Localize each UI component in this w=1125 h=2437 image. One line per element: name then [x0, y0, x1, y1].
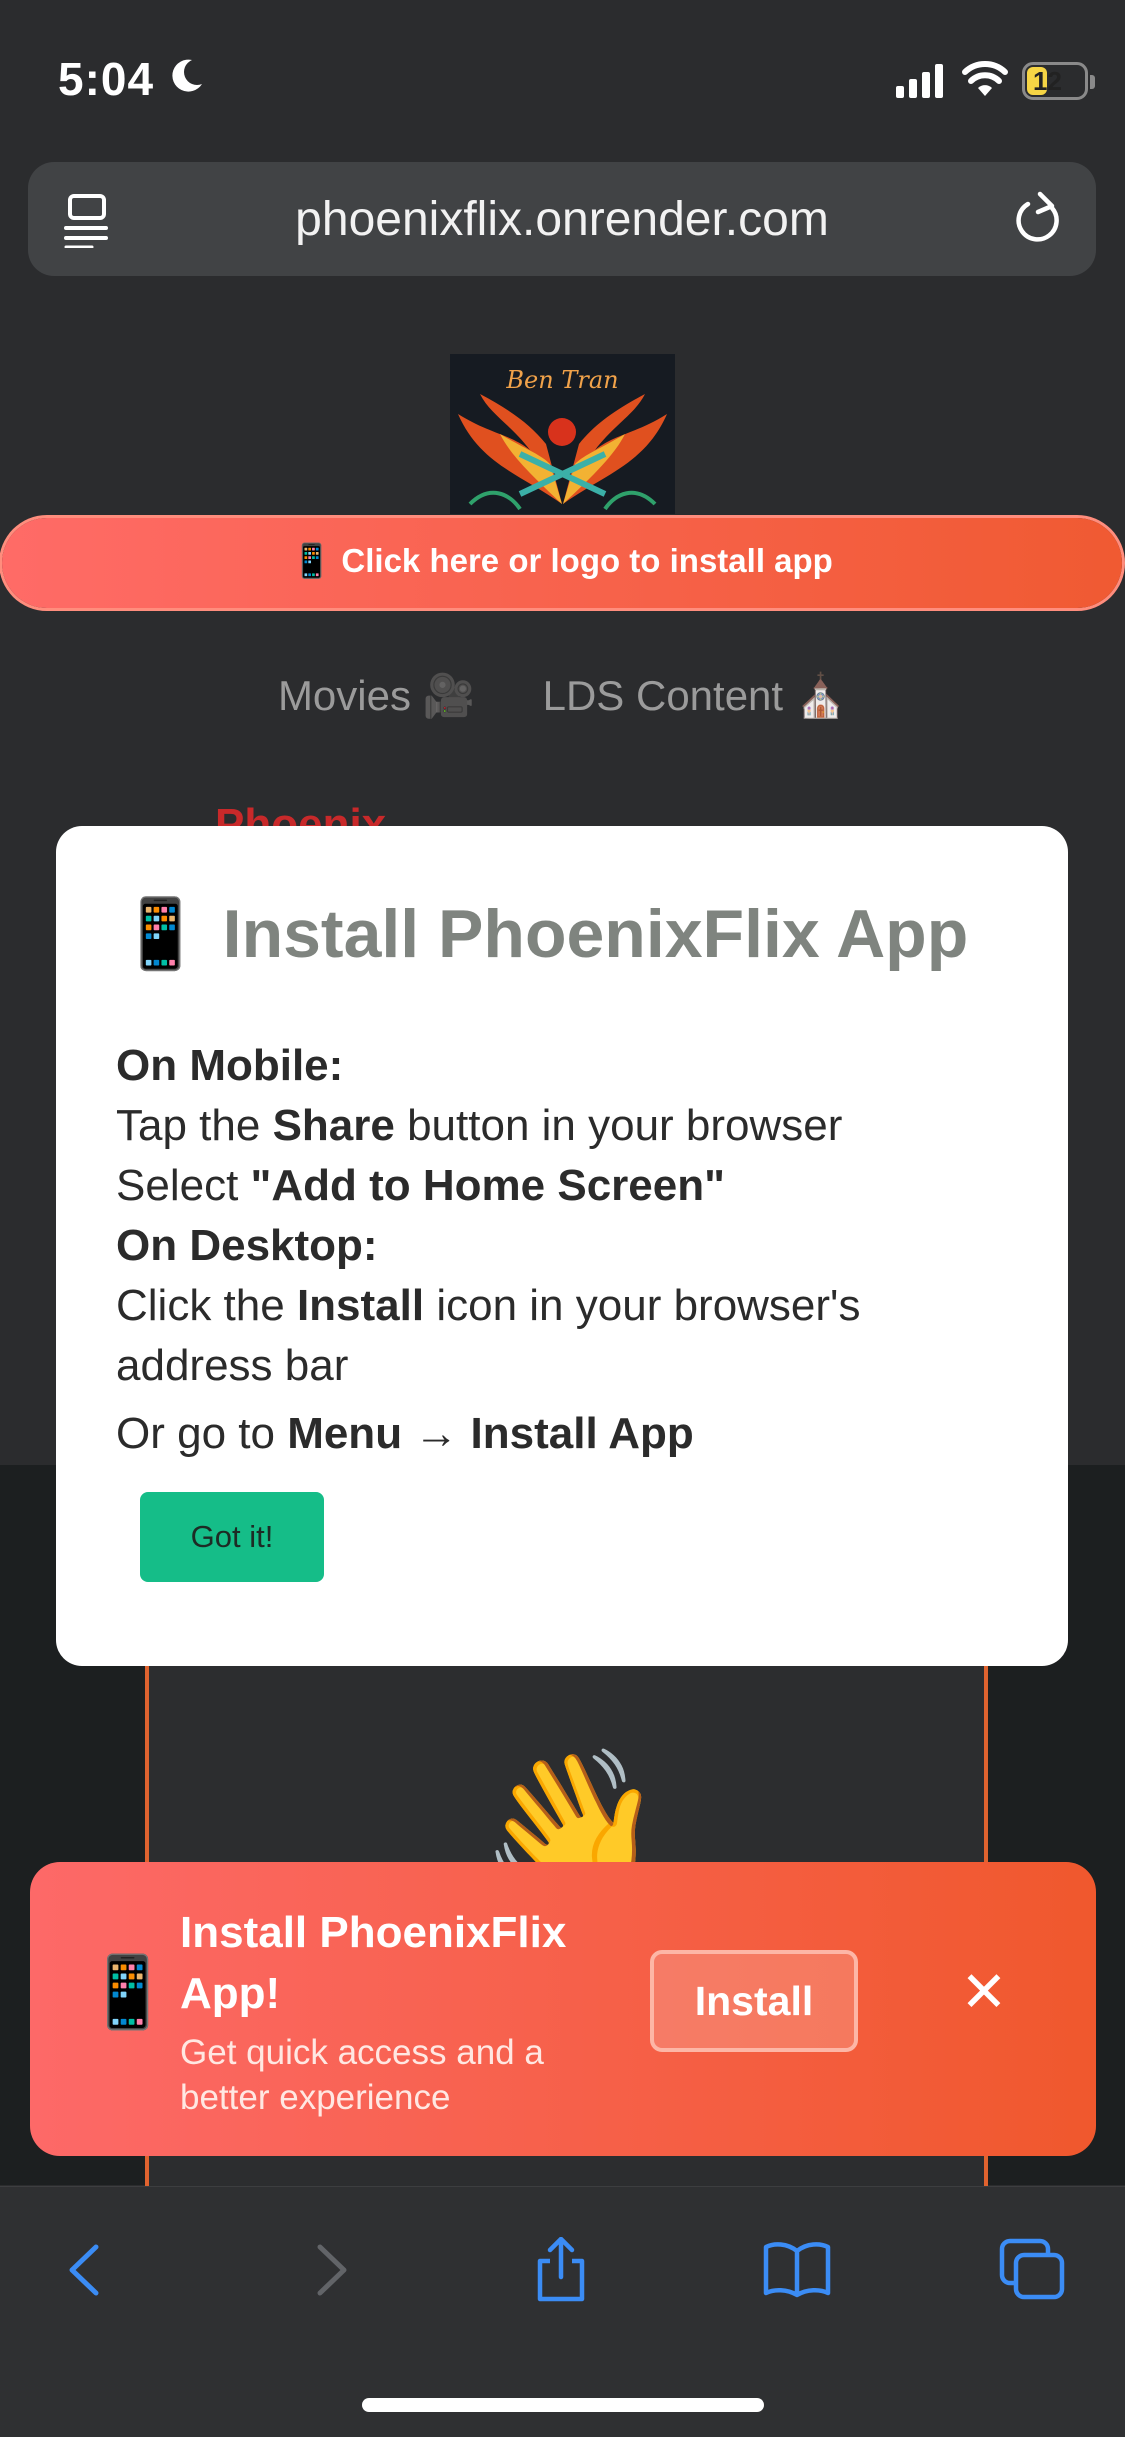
battery-icon: 12: [1022, 62, 1095, 100]
desktop-heading: On Desktop:: [116, 1221, 378, 1270]
wifi-icon: [962, 61, 1008, 96]
share-icon[interactable]: [526, 2237, 596, 2303]
battery-level: 12: [1033, 66, 1062, 96]
desktop-step-2: Or go to Menu → Install App: [116, 1409, 694, 1458]
back-icon[interactable]: [52, 2237, 122, 2303]
mobile-heading: On Mobile:: [116, 1041, 344, 1090]
install-instructions-modal: 📱 Install PhoenixFlix App On Mobile: Tap …: [56, 826, 1068, 1666]
got-it-button[interactable]: Got it!: [140, 1492, 324, 1582]
toast-title: Install PhoenixFlix App!: [180, 1908, 567, 2018]
mobile-step-1: Tap the Share button in your browser: [116, 1101, 843, 1150]
cellular-signal-icon: [896, 64, 943, 98]
home-indicator: [362, 2398, 764, 2412]
bookmarks-icon[interactable]: [762, 2237, 832, 2303]
toast-subtitle: Get quick access and a better experience: [180, 2033, 544, 2117]
toast-install-button[interactable]: Install: [650, 1950, 858, 2052]
desktop-step-1: Click the Install icon in your browser's…: [116, 1281, 861, 1390]
url-text: phoenixflix.onrender.com: [295, 193, 829, 246]
modal-body: On Mobile: Tap the Share button in your …: [116, 1036, 1016, 1464]
modal-title-text: Install PhoenixFlix App: [222, 896, 969, 972]
install-app-banner[interactable]: 📱 Click here or logo to install app: [2, 518, 1122, 608]
modal-title: 📱 Install PhoenixFlix App: [118, 894, 968, 974]
address-bar[interactable]: phoenixflix.onrender.com: [28, 162, 1096, 276]
nav-lds-link[interactable]: LDS Content ⛪: [543, 672, 847, 719]
content-nav: Movies 🎥 LDS Content ⛪: [0, 672, 1125, 721]
phone-icon: 📱: [118, 896, 203, 972]
close-icon[interactable]: ✕: [956, 1962, 1012, 2022]
install-toast: 📱 Install PhoenixFlix App! Get quick acc…: [30, 1862, 1096, 2156]
status-bar: 5:04 12: [0, 0, 1125, 160]
phone-icon: 📱: [84, 1953, 172, 2031]
nav-movies-link[interactable]: Movies 🎥: [278, 672, 475, 719]
mobile-step-2: Select "Add to Home Screen": [116, 1161, 725, 1210]
reload-icon[interactable]: [1012, 190, 1066, 248]
phoenix-emblem-icon: [458, 394, 667, 511]
moon-icon: [172, 59, 202, 92]
tabs-icon[interactable]: [998, 2237, 1068, 2303]
phoenix-logo[interactable]: Ben Tran: [450, 354, 675, 514]
forward-icon[interactable]: [294, 2237, 364, 2303]
install-banner-label: 📱 Click here or logo to install app: [291, 542, 833, 579]
clock: 5:04: [58, 53, 155, 105]
